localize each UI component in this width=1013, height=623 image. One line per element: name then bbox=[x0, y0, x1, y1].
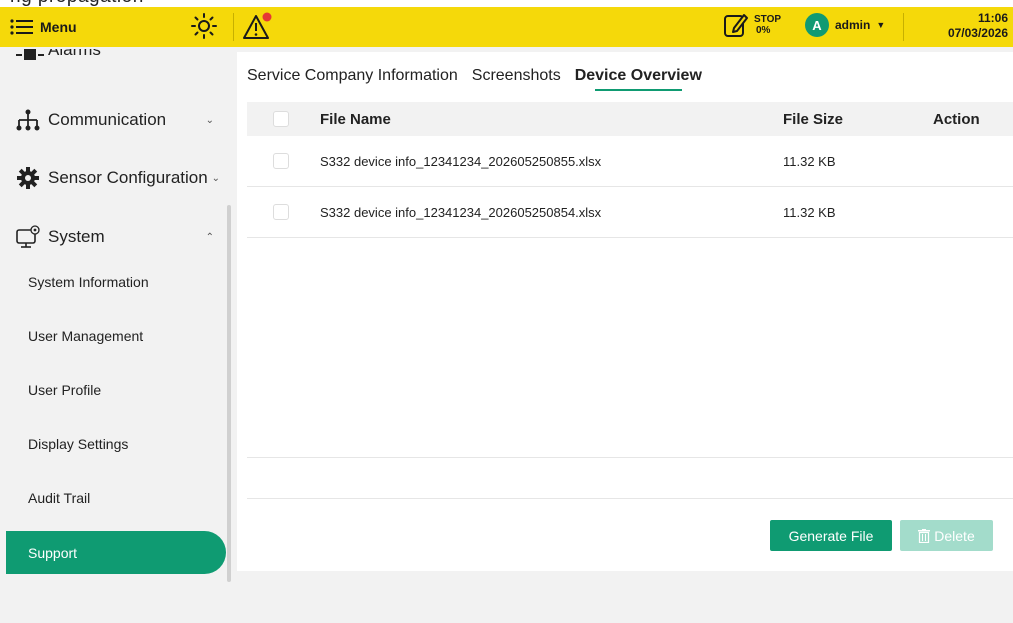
hamburger-icon bbox=[10, 19, 33, 35]
delete-button[interactable]: Delete bbox=[900, 520, 993, 551]
sidebar-item-audit-trail[interactable]: Audit Trail bbox=[28, 490, 90, 506]
divider bbox=[247, 498, 1013, 499]
delete-label: Delete bbox=[934, 527, 975, 544]
sidebar-item-support[interactable]: Support bbox=[6, 531, 226, 574]
warning-icon[interactable] bbox=[242, 12, 276, 42]
alarm-icon bbox=[16, 49, 44, 60]
user-menu[interactable]: A admin ▼ bbox=[805, 13, 885, 37]
chevron-down-icon: ▼ bbox=[876, 20, 886, 30]
time: 11:06 bbox=[977, 11, 1008, 25]
sidebar-group-label: Sensor Configuration bbox=[48, 168, 208, 187]
gear-icon bbox=[17, 167, 39, 189]
cropped-header-text: ng propagation bbox=[0, 0, 1013, 7]
menu-label: Menu bbox=[40, 19, 77, 35]
chevron-down-icon: ⌄ bbox=[211, 172, 220, 184]
network-icon bbox=[16, 109, 40, 131]
clock: 11:06 07/03/2026 bbox=[948, 11, 1008, 41]
sidebar-item-display-settings[interactable]: Display Settings bbox=[28, 436, 128, 452]
file-name-cell: S332 device info_12341234_202605250854.x… bbox=[320, 204, 602, 220]
generate-file-button[interactable]: Generate File bbox=[770, 520, 892, 551]
divider bbox=[247, 457, 1013, 458]
column-header-file-size[interactable]: File Size bbox=[783, 111, 933, 128]
sidebar-item-user-profile[interactable]: User Profile bbox=[28, 382, 101, 398]
chevron-up-icon: ⌃ bbox=[205, 231, 214, 243]
avatar: A bbox=[805, 13, 829, 37]
trash-icon bbox=[918, 528, 931, 543]
file-name-cell: S332 device info_12341234_202605250855.x… bbox=[320, 153, 602, 169]
select-all-checkbox[interactable] bbox=[273, 111, 289, 127]
edit-document-icon bbox=[724, 14, 748, 37]
sidebar-item-system-information[interactable]: System Information bbox=[28, 274, 149, 290]
tab-service-company-information[interactable]: Service Company Information bbox=[247, 67, 458, 85]
date: 07/03/2026 bbox=[947, 26, 1008, 40]
file-size-cell: 11.32 KB bbox=[783, 153, 836, 169]
top-bar: Menu STOP 0% A admin ▼ 11:06 07/03/2026 bbox=[0, 7, 1013, 47]
sidebar-scrollbar[interactable] bbox=[227, 205, 231, 582]
stop-percent: 0% bbox=[756, 25, 771, 36]
file-size-cell: 11.32 KB bbox=[783, 204, 836, 220]
divider bbox=[233, 13, 234, 41]
column-header-action: Action bbox=[933, 110, 980, 128]
table-row[interactable]: S332 device info_12341234_202605250855.x… bbox=[247, 136, 1013, 187]
stop-label: STOP bbox=[754, 14, 782, 25]
row-checkbox[interactable] bbox=[273, 153, 289, 169]
sidebar: Alarms Communication ⌄ Sensor Configurat… bbox=[0, 47, 232, 582]
menu-button[interactable]: Menu bbox=[10, 19, 160, 35]
sidebar-item-alarms[interactable]: Alarms bbox=[16, 49, 216, 75]
sidebar-group-system[interactable]: System ⌃ bbox=[14, 222, 224, 252]
brightness-icon[interactable] bbox=[190, 12, 218, 40]
table-header: File Name File Size Action bbox=[247, 102, 1013, 136]
sidebar-group-label: Communication bbox=[48, 110, 167, 129]
tab-bar: Service Company Information Screenshots … bbox=[247, 67, 702, 91]
sidebar-group-label: System bbox=[48, 227, 105, 246]
tab-device-overview[interactable]: Device Overview bbox=[575, 67, 702, 91]
user-name: admin bbox=[835, 18, 871, 32]
table-row[interactable]: S332 device info_12341234_202605250854.x… bbox=[247, 187, 1013, 238]
row-checkbox[interactable] bbox=[273, 204, 289, 220]
column-header-file-name[interactable]: File Name bbox=[320, 111, 783, 128]
divider bbox=[903, 13, 904, 41]
sidebar-item-user-management[interactable]: User Management bbox=[28, 328, 143, 344]
stop-status[interactable]: STOP 0% bbox=[722, 11, 781, 39]
sidebar-group-communication[interactable]: Communication ⌄ bbox=[14, 105, 224, 135]
monitor-gear-icon bbox=[16, 225, 40, 248]
main-panel: Service Company Information Screenshots … bbox=[237, 52, 1013, 571]
sidebar-item-label: Support bbox=[28, 544, 78, 561]
sidebar-item-label: Alarms bbox=[48, 49, 101, 59]
chevron-down-icon: ⌄ bbox=[205, 114, 214, 126]
tab-screenshots[interactable]: Screenshots bbox=[472, 67, 561, 85]
sidebar-group-sensor-configuration[interactable]: Sensor Configuration ⌄ bbox=[14, 163, 224, 193]
